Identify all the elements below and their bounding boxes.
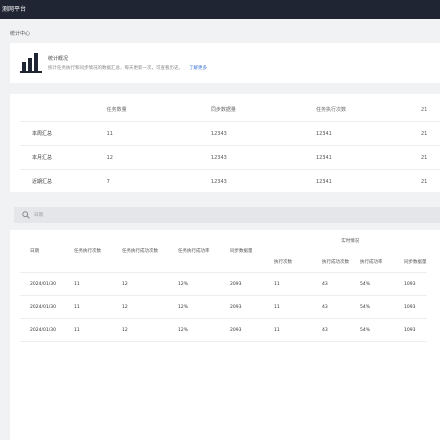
- table-cell: 21: [420, 169, 440, 193]
- table-row: 近期汇总 7 12343 12341 21: [20, 169, 440, 193]
- overview-description-text: 统计任务执行和同步情况的数据汇总，每天更新一次，可查看历史。: [48, 66, 183, 71]
- overview-card: 统计概况 统计任务执行和同步情况的数据汇总，每天更新一次，可查看历史。 了解更多: [10, 43, 440, 83]
- table-cell: 2093: [230, 318, 274, 342]
- detail-subcol-header: 执行次数: [274, 260, 292, 265]
- detail-col-header: 任务执行次数: [74, 249, 101, 254]
- app-title: 测网平台: [2, 6, 27, 13]
- table-cell: 2024/01/30: [20, 272, 74, 296]
- overview-description: 统计任务执行和同步情况的数据汇总，每天更新一次，可查看历史。 了解更多: [48, 65, 207, 71]
- summary-col-header: 21: [420, 106, 428, 113]
- detail-col-header: 同步数据量: [230, 249, 253, 254]
- table-cell: 1093: [404, 272, 427, 296]
- table-cell: 12: [122, 295, 178, 319]
- detail-group-header: 实时情况: [341, 239, 360, 244]
- table-cell: 2024/01/30: [20, 318, 74, 342]
- learn-more-link[interactable]: 了解更多: [189, 66, 207, 71]
- row-label: 本月汇总: [20, 145, 107, 170]
- table-cell: 12341: [315, 145, 421, 170]
- summary-table: 任务数量 同步数据量 任务执行次数 21 本周汇总 11 12343 12341…: [20, 98, 440, 193]
- detail-table-card: 日期 任务执行次数 任务执行成功次数 任务执行成功率 同步数据量 实时情况 执行…: [10, 230, 440, 440]
- table-cell: 12: [122, 318, 178, 342]
- table-cell: 12%: [178, 318, 230, 342]
- detail-subcol-header: 执行成功率: [360, 260, 383, 265]
- table-row: 2024/01/30 11 12 12% 2093 11 43 54% 1093: [20, 295, 427, 319]
- summary-col-header: 任务执行次数: [315, 107, 346, 113]
- summary-col-header: 同步数据量: [210, 107, 236, 113]
- table-cell: 54%: [360, 272, 404, 296]
- detail-subcol-header: 执行成功次数: [322, 260, 349, 265]
- search-icon: [22, 211, 30, 219]
- table-cell: 54%: [360, 295, 404, 319]
- summary-header-row: 任务数量 同步数据量 任务执行次数 21: [20, 98, 440, 122]
- table-cell: 11: [274, 318, 322, 342]
- table-cell: 54%: [360, 318, 404, 342]
- table-cell: 2093: [230, 295, 274, 319]
- table-cell: 43: [322, 318, 360, 342]
- table-cell: 11: [274, 295, 322, 319]
- detail-col-header: 日期: [30, 249, 39, 254]
- table-cell: 1093: [404, 295, 427, 319]
- table-cell: 12: [106, 145, 211, 170]
- table-cell: 12343: [210, 121, 316, 146]
- row-label: 近期汇总: [20, 169, 107, 193]
- table-cell: 43: [322, 295, 360, 319]
- table-cell: 2093: [230, 272, 274, 296]
- bar-chart-icon: [20, 53, 42, 73]
- table-cell: 12343: [210, 145, 316, 170]
- detail-subcol-header: 同步数据量: [404, 260, 427, 265]
- table-row: 本月汇总 12 12343 12341 21: [20, 145, 440, 170]
- table-cell: 11: [74, 295, 122, 319]
- table-cell: 21: [420, 121, 440, 146]
- summary-col-header: 任务数量: [106, 107, 127, 113]
- table-cell: 12%: [178, 295, 230, 319]
- summary-table-card: 任务数量 同步数据量 任务执行次数 21 本周汇总 11 12343 12341…: [10, 94, 440, 193]
- summary-col-header: [20, 98, 107, 122]
- table-cell: 12343: [210, 169, 316, 193]
- breadcrumb[interactable]: 统计中心: [10, 30, 30, 37]
- table-cell: 12341: [315, 121, 421, 146]
- table-cell: 12%: [178, 272, 230, 296]
- table-row: 2024/01/30 11 12 12% 2093 11 43 54% 1093: [20, 272, 427, 296]
- table-cell: 11: [74, 318, 122, 342]
- table-cell: 11: [74, 272, 122, 296]
- table-cell: 11: [274, 272, 322, 296]
- table-cell: 2024/01/30: [20, 295, 74, 319]
- table-cell: 1093: [404, 318, 427, 342]
- row-label: 本周汇总: [20, 121, 107, 146]
- table-row: 本周汇总 11 12343 12341 21: [20, 121, 440, 146]
- search-placeholder: 日期: [34, 213, 43, 218]
- table-cell: 12: [122, 272, 178, 296]
- table-cell: 21: [420, 145, 440, 170]
- detail-table: 日期 任务执行次数 任务执行成功次数 任务执行成功率 同步数据量 实时情况 执行…: [20, 230, 427, 342]
- table-cell: 12341: [315, 169, 421, 193]
- overview-title: 统计概况: [48, 56, 69, 62]
- top-navigation-bar: 测网平台: [0, 0, 440, 19]
- table-cell: 11: [106, 121, 211, 146]
- detail-header-row: 日期 任务执行次数 任务执行成功次数 任务执行成功率 同步数据量 实时情况: [20, 230, 427, 254]
- table-cell: 43: [322, 272, 360, 296]
- detail-col-header: 任务执行成功率: [178, 249, 210, 254]
- table-row: 2024/01/30 11 12 12% 2093 11 43 54% 1093: [20, 318, 427, 342]
- search-input[interactable]: 日期: [14, 207, 440, 223]
- table-cell: 7: [106, 169, 211, 193]
- detail-col-header: 任务执行成功次数: [122, 249, 158, 254]
